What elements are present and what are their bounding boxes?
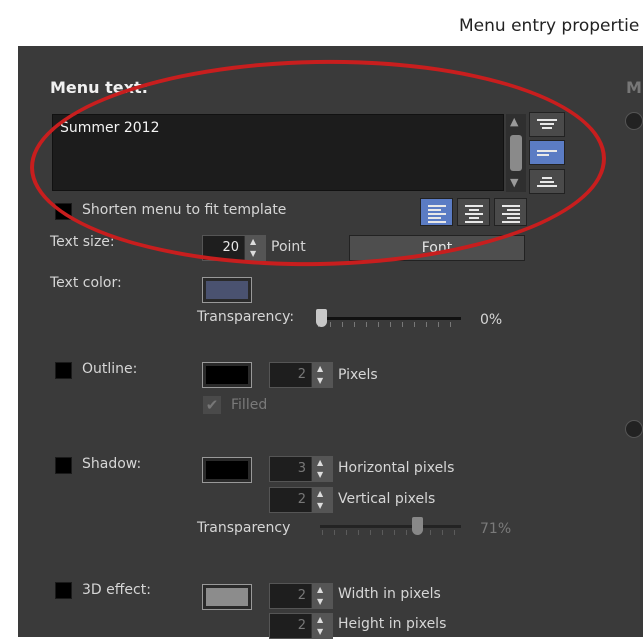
text-color-fill	[206, 281, 248, 299]
outline-spin-buttons[interactable]: ▲ ▼	[311, 363, 332, 387]
3d-width-label: Width in pixels	[338, 586, 441, 602]
filled-label: Filled	[231, 397, 268, 413]
text-transparency-slider[interactable]	[316, 309, 461, 329]
shadow-transparency-slider[interactable]	[320, 517, 461, 537]
shadow-vertical-spin-buttons[interactable]: ▲ ▼	[311, 488, 332, 512]
shadow-label: Shadow:	[82, 456, 142, 472]
3d-width-value: 2	[297, 588, 306, 603]
text-color-swatch[interactable]	[202, 277, 252, 303]
align-bottom-icon	[537, 175, 557, 189]
shadow-color-fill	[206, 461, 248, 479]
shadow-horizontal-stepper[interactable]: 3 ▲ ▼	[269, 456, 333, 482]
menu-text-input[interactable]: Summer 2012	[52, 114, 504, 191]
align-top-button[interactable]	[529, 112, 565, 137]
3d-height-stepper[interactable]: 2 ▲ ▼	[269, 613, 333, 639]
shadow-checkbox[interactable]	[55, 457, 72, 474]
3d-height-value: 2	[297, 618, 306, 633]
text-transparency-label: Transparency:	[197, 309, 295, 325]
scroll-down-icon[interactable]: ▼	[510, 176, 518, 189]
menu-text-scrollbar[interactable]: ▲ ▼	[506, 114, 526, 192]
right-radio-1[interactable]	[625, 112, 643, 130]
outline-color-swatch[interactable]	[202, 362, 252, 388]
text-color-label: Text color:	[50, 275, 122, 291]
3d-width-stepper[interactable]: 2 ▲ ▼	[269, 583, 333, 609]
window-title: Menu entry propertie	[459, 16, 640, 36]
font-button[interactable]: Font	[349, 235, 525, 261]
text-size-unit: Point	[271, 239, 306, 255]
3d-effect-label: 3D effect:	[82, 582, 151, 598]
scroll-up-icon[interactable]: ▲	[510, 115, 518, 128]
align-center-icon	[465, 205, 483, 225]
align-middle-button[interactable]	[529, 140, 565, 165]
align-top-icon	[537, 117, 557, 131]
align-right-button[interactable]	[494, 198, 527, 226]
outline-unit: Pixels	[338, 367, 378, 383]
shorten-menu-checkbox[interactable]	[55, 203, 72, 220]
shadow-horizontal-spin-buttons[interactable]: ▲ ▼	[311, 457, 332, 481]
align-middle-icon	[537, 148, 557, 158]
outline-checkbox[interactable]	[55, 362, 72, 379]
3d-effect-color-swatch[interactable]	[202, 584, 252, 610]
text-size-label: Text size:	[50, 234, 115, 250]
outline-pixels-value: 2	[297, 367, 306, 382]
shadow-transparency-handle[interactable]	[412, 517, 424, 535]
shadow-vertical-value: 2	[297, 492, 306, 507]
shadow-transparency-value: 71%	[480, 521, 512, 537]
filled-checkbox[interactable]: ✔	[203, 396, 221, 414]
3d-width-spin-buttons[interactable]: ▲ ▼	[311, 584, 332, 608]
scroll-thumb[interactable]	[510, 135, 522, 171]
shadow-transparency-label: Transparency	[197, 520, 291, 536]
align-bottom-button[interactable]	[529, 169, 565, 194]
shorten-menu-label: Shorten menu to fit template	[82, 202, 287, 218]
text-transparency-handle[interactable]	[316, 309, 327, 327]
text-size-value: 20	[222, 240, 239, 255]
outline-pixels-stepper[interactable]: 2 ▲ ▼	[269, 362, 333, 388]
menu-text-label: Menu text:	[50, 78, 148, 97]
text-size-stepper[interactable]: 20 ▲ ▼	[202, 235, 266, 261]
shadow-vertical-stepper[interactable]: 2 ▲ ▼	[269, 487, 333, 513]
shadow-horizontal-value: 3	[297, 461, 306, 476]
align-right-icon	[502, 205, 520, 225]
align-left-button[interactable]	[420, 198, 453, 226]
align-left-icon	[428, 205, 446, 225]
3d-height-spin-buttons[interactable]: ▲ ▼	[311, 614, 332, 638]
3d-effect-color-fill	[206, 588, 248, 606]
right-panel-label: M	[626, 78, 642, 97]
shadow-horizontal-label: Horizontal pixels	[338, 460, 455, 476]
shadow-color-swatch[interactable]	[202, 457, 252, 483]
align-center-button[interactable]	[457, 198, 490, 226]
3d-effect-checkbox[interactable]	[55, 582, 72, 599]
outline-label: Outline:	[82, 361, 138, 377]
right-radio-2[interactable]	[625, 420, 643, 438]
3d-height-label: Height in pixels	[338, 616, 447, 632]
text-transparency-value: 0%	[480, 312, 503, 328]
outline-color-fill	[206, 366, 248, 384]
text-size-spin-buttons[interactable]: ▲ ▼	[244, 236, 265, 260]
shadow-vertical-label: Vertical pixels	[338, 491, 436, 507]
